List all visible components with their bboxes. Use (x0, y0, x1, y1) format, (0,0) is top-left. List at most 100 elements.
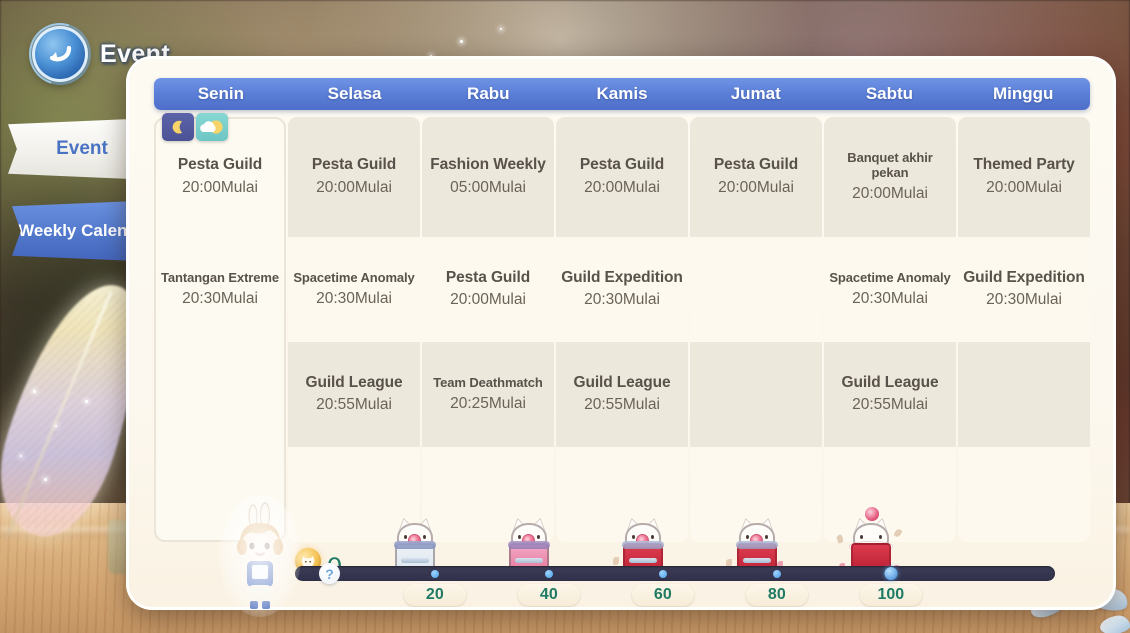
event-name: Guild Expedition (963, 268, 1085, 286)
event-name: Pesta Guild (579, 156, 665, 174)
event-cell[interactable]: Pesta Guild 20:00Mulai (288, 117, 420, 237)
reward-chest-40[interactable] (501, 513, 557, 573)
event-cell[interactable]: Guild League 20:55Mulai (824, 342, 956, 447)
milestone-node-60[interactable] (658, 570, 667, 578)
calendar-grid: Pesta Guild 20:00Mulai Tantangan Extreme… (154, 117, 1090, 542)
sparkle-icon (33, 390, 36, 393)
event-cell[interactable]: Pesta Guild 20:00Mulai (690, 117, 822, 237)
day-header-rabu[interactable]: Rabu (421, 78, 555, 110)
calendar-column-jumat[interactable]: Pesta Guild 20:00Mulai (690, 117, 822, 542)
event-time: 20:30Mulai (584, 291, 660, 309)
calendar-column-minggu[interactable]: Themed Party 20:00Mulai Guild Expedition… (958, 117, 1090, 542)
milestone-node-80[interactable] (772, 570, 781, 578)
event-time: 20:00Mulai (316, 178, 392, 196)
reward-chest-60[interactable] (613, 513, 671, 573)
event-cell[interactable]: Guild Expedition 20:30Mulai (556, 237, 688, 342)
event-time: 20:30Mulai (316, 290, 392, 308)
calendar-column-kamis[interactable]: Pesta Guild 20:00Mulai Guild Expedition … (556, 117, 688, 542)
event-cell-empty (154, 342, 286, 447)
event-name: Team Deathmatch (433, 374, 543, 390)
sparkle-icon (55, 425, 57, 427)
event-name: Spacetime Anomaly (293, 269, 415, 285)
night-mode-toggle[interactable] (162, 113, 194, 141)
event-time: 05:00Mulai (450, 178, 526, 196)
event-cell[interactable]: Spacetime Anomaly 20:30Mulai (288, 237, 420, 342)
event-cell[interactable]: Tantangan Extreme 20:30Mulai (154, 237, 286, 342)
event-cell[interactable]: Guild Expedition 20:30Mulai (958, 237, 1090, 342)
event-cell[interactable]: Guild League 20:55Mulai (556, 342, 688, 447)
event-name: Tantangan Extreme (161, 269, 279, 285)
milestone-node-100[interactable] (884, 567, 898, 580)
event-time: 20:55Mulai (852, 396, 928, 414)
milestone-label-80: 80 (745, 584, 808, 606)
day-mode-toggle[interactable] (196, 113, 228, 141)
sparkle-icon (44, 478, 47, 481)
event-name: Pesta Guild (713, 156, 799, 174)
day-header-senin[interactable]: Senin (154, 78, 288, 110)
event-cell[interactable]: Guild League 20:55Mulai (288, 342, 420, 447)
milestone-label-20: 20 (403, 584, 466, 606)
event-name: Guild Expedition (561, 268, 683, 286)
time-of-day-toggle-group (162, 113, 228, 141)
calendar-column-selasa[interactable]: Pesta Guild 20:00Mulai Spacetime Anomaly… (288, 117, 420, 542)
reward-chest-20[interactable] (387, 513, 443, 573)
day-header-minggu[interactable]: Minggu (956, 78, 1090, 110)
back-button[interactable] (18, 12, 102, 96)
sparkle-icon (500, 28, 502, 30)
weekday-header-bar: Senin Selasa Rabu Kamis Jumat Sabtu Ming… (154, 78, 1090, 110)
game-screen: Event Event Weekly Calendar Senin Selasa… (0, 0, 1130, 633)
event-cell-empty (958, 447, 1090, 542)
event-time: 20:00Mulai (450, 291, 526, 309)
standee-glow (219, 495, 301, 617)
event-cell-empty (690, 342, 822, 447)
event-name: Themed Party (973, 156, 1075, 174)
calendar-column-rabu[interactable]: Fashion Weekly 05:00Mulai Pesta Guild 20… (422, 117, 554, 542)
sparkle-icon (460, 40, 463, 43)
event-cell[interactable]: Team Deathmatch 20:25Mulai (422, 342, 554, 447)
event-name: Spacetime Anomaly (829, 269, 951, 285)
event-cell[interactable]: Spacetime Anomaly 20:30Mulai (824, 237, 956, 342)
event-time: 20:55Mulai (316, 396, 392, 414)
event-name: Pesta Guild (445, 268, 531, 286)
event-time: 20:30Mulai (182, 290, 258, 308)
milestone-label-60: 60 (631, 584, 694, 606)
event-name: Pesta Guild (311, 156, 397, 174)
event-time: 20:00Mulai (584, 178, 660, 196)
event-time: 20:00Mulai (718, 178, 794, 196)
milestone-node-20[interactable] (430, 570, 439, 578)
help-button[interactable]: ? (319, 563, 340, 584)
event-cell-empty (690, 237, 822, 342)
event-time: 20:00Mulai (986, 178, 1062, 196)
day-header-kamis[interactable]: Kamis (555, 78, 689, 110)
event-name: Guild League (841, 373, 939, 391)
event-name: Banquet akhir pekan (847, 150, 933, 180)
event-time: 20:30Mulai (852, 290, 928, 308)
day-header-selasa[interactable]: Selasa (288, 78, 422, 110)
event-name: Fashion Weekly (430, 156, 546, 174)
progress-bar[interactable]: 20 40 60 80 100 (295, 566, 1055, 606)
moon-icon (172, 120, 183, 134)
event-cell[interactable]: Pesta Guild 20:00Mulai (556, 117, 688, 237)
event-name: Pesta Guild (177, 156, 263, 174)
event-cell-empty (958, 342, 1090, 447)
character-standee[interactable] (219, 495, 301, 617)
sparkle-icon (20, 455, 22, 457)
event-cell[interactable]: Pesta Guild 20:00Mulai (422, 237, 554, 342)
event-cell[interactable]: Banquet akhir pekan 20:00Mulai (824, 117, 956, 237)
milestone-label-40: 40 (517, 584, 580, 606)
calendar-column-senin[interactable]: Pesta Guild 20:00Mulai Tantangan Extreme… (154, 117, 286, 542)
event-cell[interactable]: Fashion Weekly 05:00Mulai (422, 117, 554, 237)
sun-cloud-icon (200, 120, 223, 134)
day-header-jumat[interactable]: Jumat (689, 78, 823, 110)
event-time: 20:00Mulai (182, 178, 258, 196)
event-cell[interactable]: Themed Party 20:00Mulai (958, 117, 1090, 237)
sidebar-item-label: Event (56, 138, 108, 160)
reward-chest-80[interactable] (726, 513, 785, 573)
milestone-node-40[interactable] (544, 570, 553, 578)
calendar-column-sabtu[interactable]: Banquet akhir pekan 20:00Mulai Spacetime… (824, 117, 956, 542)
event-time: 20:00Mulai (852, 184, 928, 202)
day-header-sabtu[interactable]: Sabtu (823, 78, 957, 110)
event-time: 20:25Mulai (450, 395, 526, 413)
reward-chest-100[interactable] (835, 507, 903, 573)
back-arrow-icon (49, 45, 72, 62)
